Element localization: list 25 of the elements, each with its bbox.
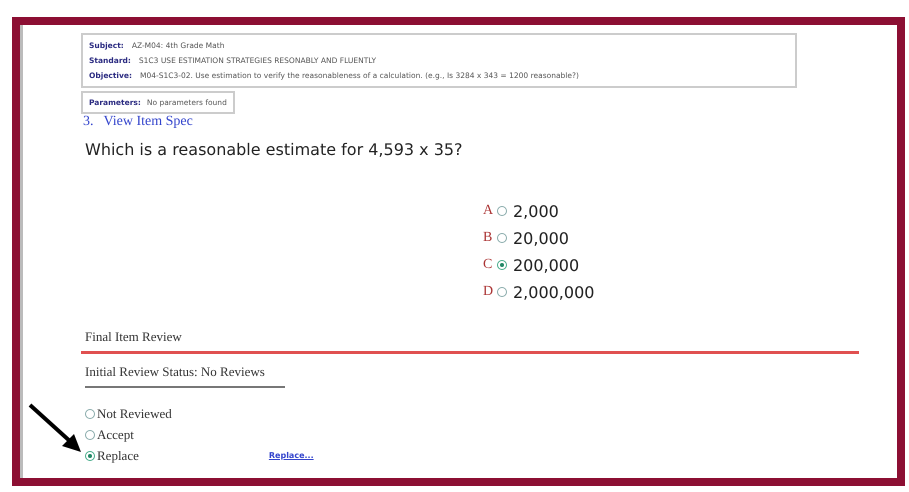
choice-text: 20,000 (513, 228, 569, 248)
radio-button[interactable] (497, 287, 507, 297)
radio-button[interactable] (85, 450, 95, 460)
option-label: Accept (97, 426, 134, 442)
choice-letter: A (483, 203, 494, 219)
option-label: Not Reviewed (97, 406, 172, 422)
question-text: Which is a reasonable estimate for 4,593 x 35? (85, 140, 464, 159)
view-item-spec-link[interactable]: View Item Spec (104, 114, 193, 130)
choice-letter: C (483, 257, 494, 273)
radio-button[interactable] (85, 430, 95, 440)
choice-letter: B (483, 230, 494, 246)
radio-button[interactable] (497, 233, 507, 243)
pointer-arrow (28, 403, 82, 453)
choice-text: 2,000,000 (513, 282, 594, 302)
final-review-heading: Final Item Review (85, 329, 183, 345)
replace-link[interactable]: Replace... (268, 451, 314, 460)
radio-button[interactable] (85, 408, 95, 418)
option-label: Replace (97, 448, 139, 464)
item-number: 3. (83, 114, 94, 130)
review-status-text: Initial Review Status: No Reviews (85, 364, 266, 380)
radio-button[interactable] (497, 260, 507, 270)
radio-button[interactable] (497, 206, 507, 216)
choice-text: 2,000 (513, 202, 559, 220)
choice-text: 200,000 (513, 256, 580, 274)
choice-letter: D (483, 284, 494, 300)
